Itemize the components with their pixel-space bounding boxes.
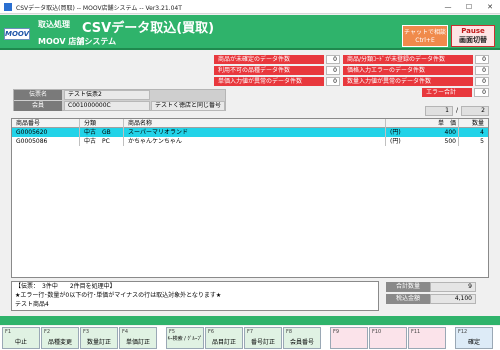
import-data-grid[interactable]: 商品番号 分類 商品名称 単 価 数量 G0005620 中古 GB スーパーマ…	[11, 118, 489, 278]
current-item-name: テスト商品4	[15, 301, 49, 308]
chat-button-label: チャットで相談	[404, 29, 446, 36]
f8-member-number-button[interactable]: F8 会員番号	[283, 327, 321, 349]
status-message-panel: 【伝票： 3件中 2件目を処理中】 ★エラー行･数量が0以下の行･単価がマイナス…	[11, 281, 379, 311]
moov-logo: MOOV	[4, 28, 30, 40]
counter-unusable-category: 利用不可の品種データ件数 0	[214, 66, 340, 75]
chat-button-shortcut: Ctrl+E	[415, 37, 435, 44]
member-name-field: テストく徳店と同じ番号	[151, 101, 225, 111]
close-button[interactable]: ✕	[480, 0, 500, 14]
screen-switch-label: 画面切替	[459, 36, 487, 44]
total-quantity: 合計数量 9	[386, 282, 489, 292]
page-title: CSVデータ取込(買取)	[82, 21, 215, 36]
app-header: MOOV 取込処理 CSVデータ取込(買取) MOOV 店舗システム チャットで…	[0, 15, 500, 50]
f4-edit-price-button[interactable]: F4 単価訂正	[119, 327, 157, 349]
pause-label: Pause	[461, 27, 485, 35]
app-icon	[4, 3, 12, 11]
current-page: 1	[425, 106, 453, 116]
table-row[interactable]: G0005620 中古 GB スーパーマリオランド (円) 400 4	[12, 128, 488, 137]
f2-change-category-button[interactable]: F2 品種変更	[41, 327, 79, 349]
column-divider	[79, 119, 80, 146]
counter-unconfirmed-items: 商品が未確定のデータ件数 0	[214, 55, 340, 64]
table-row[interactable]: G0005086 中古 PC かちゃんケンちゃん (円) 500 5	[12, 137, 488, 146]
f1-cancel-button[interactable]: F1 中止	[2, 327, 40, 349]
pause-screen-switch-button[interactable]: Pause 画面切替	[451, 25, 495, 47]
f12-confirm-button[interactable]: F12 確定	[455, 327, 493, 349]
page-separator: /	[456, 107, 459, 114]
total-quantity-value: 9	[430, 282, 476, 292]
f10-button[interactable]: F10	[369, 327, 407, 349]
maximize-button[interactable]: ☐	[459, 0, 479, 14]
col-unit-price: 単 価	[437, 120, 456, 127]
function-key-bar: F1 中止 F2 品種変更 F3 数量訂正 F4 単価訂正 F5 ｷｰ検索 / …	[0, 326, 500, 350]
f9-button[interactable]: F9	[330, 327, 368, 349]
member-code-field: C001000000C	[64, 101, 150, 111]
f3-edit-quantity-button[interactable]: F3 数量訂正	[80, 327, 118, 349]
counter-price-input-error: 価格入力エラーのデータ件数 0	[343, 66, 489, 75]
counter-invalid-unit-price: 単価入力値が異常のデータ件数 0	[214, 77, 340, 86]
window-titlebar: CSVデータ取込(買取) -- MOOV店舗システム -- Ver3.21.04…	[0, 0, 500, 14]
system-name: MOOV 店舗システム	[38, 37, 117, 46]
member-label: 会員	[14, 101, 62, 111]
table-header: 商品番号 分類 商品名称 単 価 数量	[12, 119, 488, 128]
total-amount-label: 税込金額	[386, 294, 430, 304]
f5-key-search-button[interactable]: F5 ｷｰ検索 / ｸﾞﾙｰﾌﾟ	[166, 327, 204, 349]
total-pages: 2	[461, 106, 489, 116]
f7-edit-number-button[interactable]: F7 番号訂正	[244, 327, 282, 349]
column-divider	[458, 119, 459, 146]
f6-edit-item-button[interactable]: F6 品目訂正	[205, 327, 243, 349]
chat-consult-button[interactable]: チャットで相談 Ctrl+E	[402, 25, 448, 47]
minimize-button[interactable]: —	[438, 0, 458, 14]
col-quantity: 数量	[471, 120, 484, 127]
process-label: 取込処理	[38, 20, 70, 29]
total-amount-value: 4,100	[430, 294, 476, 304]
status-bar	[0, 316, 500, 325]
col-item-name: 商品名称	[128, 120, 153, 127]
counter-unregistered-code: 商品/分類ｺｰﾄﾞが未登録のデータ件数 0	[343, 55, 489, 64]
col-category: 分類	[84, 120, 97, 127]
counter-invalid-quantity: 数量入力値が異常のデータ件数 0	[343, 77, 489, 86]
f11-button[interactable]: F11	[408, 327, 446, 349]
progress-message: 【伝票： 3件中 2件目を処理中】	[15, 283, 116, 290]
column-divider	[123, 119, 124, 146]
col-item-code: 商品番号	[16, 120, 41, 127]
total-quantity-label: 合計数量	[386, 282, 430, 292]
total-amount: 税込金額 4,100	[386, 294, 489, 304]
slip-name-label: 伝票名	[14, 90, 62, 100]
window-title: CSVデータ取込(買取) -- MOOV店舗システム -- Ver3.21.04…	[16, 5, 182, 12]
counter-error-total: エラー合計 0	[422, 88, 489, 97]
column-divider	[385, 119, 386, 146]
slip-info-panel: 伝票名 テスト伝票2 会員 C001000000C テストく徳店と同じ番号	[13, 89, 226, 111]
import-rule-notice: ★エラー行･数量が0以下の行･単価がマイナスの行は取込対象外となります★	[15, 292, 222, 299]
slip-name-field: テスト伝票2	[64, 90, 150, 100]
